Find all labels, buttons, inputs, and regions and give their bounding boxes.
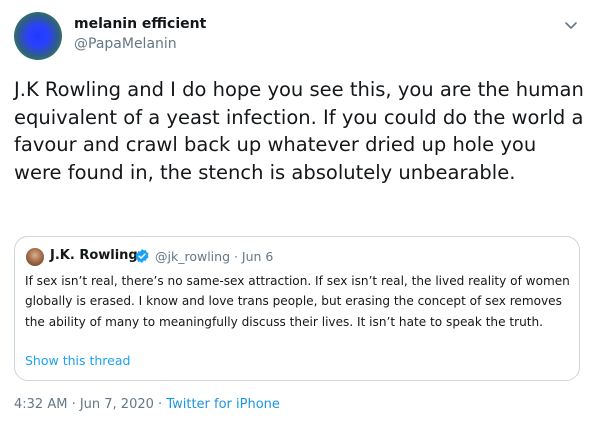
tweet-text: J.K Rowling and I do hope you see this, … [14,78,584,184]
chevron-down-icon[interactable] [562,16,580,34]
show-thread-link[interactable]: Show this thread [25,353,130,368]
quoted-handle-date: @jk_rowling · Jun 6 [155,249,274,264]
quoted-display-name: J.K. Rowling [50,248,138,263]
verified-badge-icon [135,249,149,263]
quoted-text: If sex isn’t real, there’s no same-sex a… [25,274,570,329]
source-link[interactable]: Twitter for iPhone [166,397,280,412]
author-handle[interactable]: @PapaMelanin [74,36,177,52]
quoted-avatar [26,248,44,266]
author-display-name[interactable]: melanin efficient [74,16,206,32]
timestamp[interactable]: 4:32 AM · Jun 7, 2020 [14,397,154,412]
tweet-meta: 4:32 AM · Jun 7, 2020 · Twitter for iPho… [14,397,280,412]
tweet-card: melanin efficient @PapaMelanin J.K Rowli… [0,0,594,424]
quoted-tweet[interactable]: J.K. Rowling @jk_rowling · Jun 6 If sex … [14,236,580,381]
avatar[interactable] [14,12,62,60]
meta-separator: · [153,397,167,412]
